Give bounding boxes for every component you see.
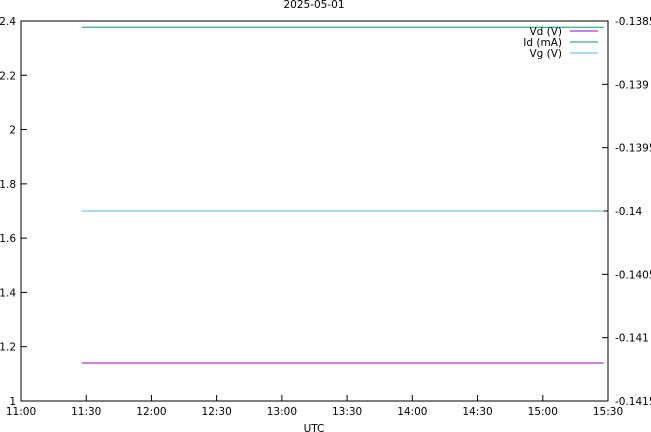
right-y-tick-label: -0.1395 [615, 143, 651, 155]
x-tick-label: 11:00 [6, 406, 36, 418]
left-y-tick-label: 1.8 [0, 179, 16, 191]
right-y-tick-label: -0.14 [615, 206, 642, 218]
right-y-tick-label: -0.139 [615, 79, 649, 91]
x-tick-label: 14:30 [462, 406, 492, 418]
chart-title: 2025-05-01 [283, 0, 344, 11]
series-group [81, 26, 604, 364]
chart: 2025-05-01 11.21.41.61.822.22.4 -0.1415-… [0, 0, 651, 432]
left-y-tick-label: 1.6 [0, 233, 16, 245]
left-y-axis: 11.21.41.61.822.22.4 [0, 16, 27, 408]
right-y-tick-label: -0.1385 [615, 16, 651, 28]
x-tick-label: 12:00 [136, 406, 166, 418]
x-tick-label: 13:30 [332, 406, 362, 418]
x-tick-label: 13:00 [267, 406, 297, 418]
x-tick-label: 14:00 [397, 406, 427, 418]
x-tick-label: 11:30 [71, 406, 101, 418]
legend-label: Vg (V) [529, 48, 562, 60]
right-y-axis: -0.1415-0.141-0.1405-0.14-0.1395-0.139-0… [602, 16, 651, 408]
left-y-tick-label: 2.4 [0, 16, 16, 28]
left-y-tick-label: 2 [9, 125, 16, 137]
x-axis: 11:00 11:30 12:00 12:30 13:00 13:30 14:00 14:30… [6, 395, 623, 418]
legend: Vd (V)Id (mA)Vg (V) [523, 26, 598, 60]
x-tick-label: 12:30 [202, 406, 232, 418]
left-y-tick-label: 1.2 [0, 342, 16, 354]
left-y-tick-label: 1.4 [0, 287, 16, 299]
left-y-tick-label: 2.2 [0, 70, 16, 82]
right-y-tick-label: -0.141 [615, 333, 649, 345]
x-axis-label: UTC [304, 423, 325, 432]
x-tick-label: 15:30 [593, 406, 623, 418]
right-y-tick-label: -0.1405 [615, 269, 651, 281]
x-tick-label: 15:00 [528, 406, 558, 418]
